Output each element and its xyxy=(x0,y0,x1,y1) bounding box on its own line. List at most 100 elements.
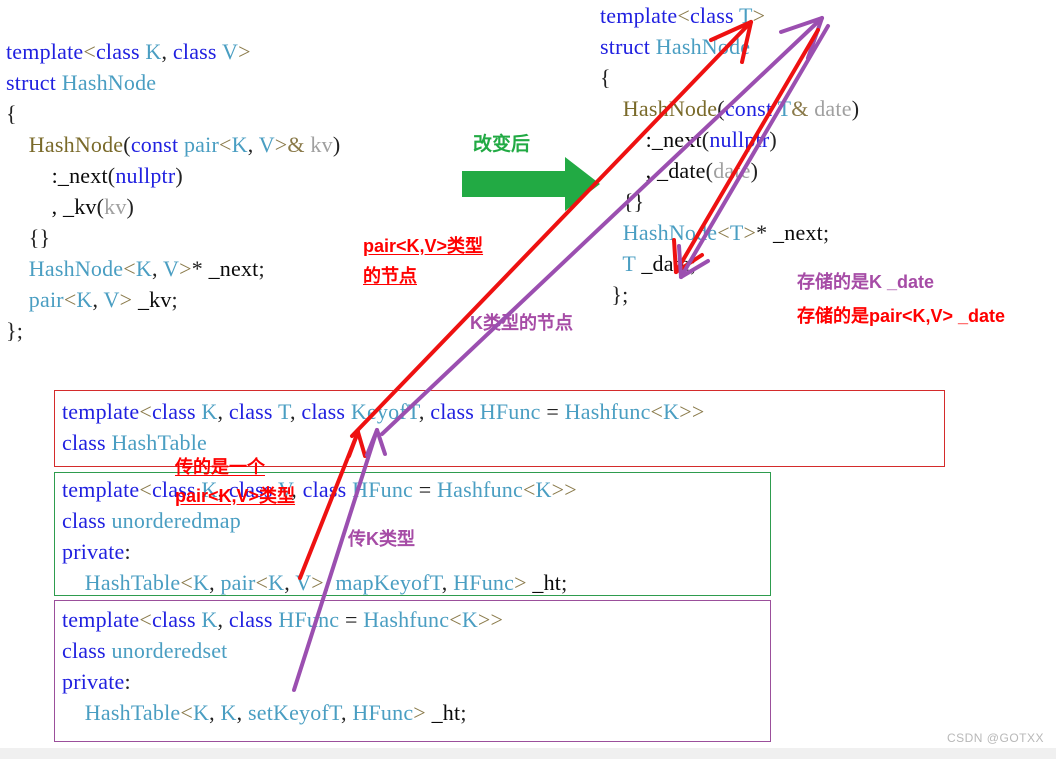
code-token: , xyxy=(217,399,229,424)
code-token: pair xyxy=(220,570,256,595)
code-line: private: xyxy=(62,536,577,567)
code-token: pair xyxy=(183,132,219,157)
code-line: }; xyxy=(6,315,340,346)
code-token: K xyxy=(195,607,218,632)
code-token: pair xyxy=(6,287,64,312)
code-token: K xyxy=(195,399,218,424)
code-line: class unorderedmap xyxy=(62,505,577,536)
code-token: < xyxy=(180,700,193,725)
code-token: T xyxy=(272,399,290,424)
code-token: class xyxy=(151,399,196,424)
code-token: : xyxy=(124,669,131,694)
unorderedmap-declaration: template<class K, class V, class HFunc =… xyxy=(62,474,577,598)
code-token: < xyxy=(677,3,690,28)
annotation-pass-one-line1: 传的是一个 xyxy=(175,457,265,477)
code-token: { xyxy=(600,65,611,90)
code-token: _ht xyxy=(532,570,562,595)
code-token: < xyxy=(63,287,77,312)
code-token: , xyxy=(441,570,454,595)
code-token: }; xyxy=(6,318,24,343)
code-token: HashTable xyxy=(62,570,181,595)
code-token: kv xyxy=(304,132,333,157)
code-token: >& xyxy=(274,132,305,157)
code-token: HashNode xyxy=(6,256,124,281)
code-line: class HashTable xyxy=(62,427,704,458)
code-token: , xyxy=(161,39,173,64)
code-token: ( xyxy=(717,96,725,121)
code-token: template xyxy=(62,607,140,632)
code-line: { xyxy=(600,62,859,93)
code-token: HFunc xyxy=(453,570,515,595)
code-token: class xyxy=(95,39,140,64)
code-token: HashTable xyxy=(62,700,181,725)
code-token: _date xyxy=(635,251,690,276)
code-token: K xyxy=(192,570,210,595)
code-token: ) xyxy=(769,127,777,152)
code-token: ; xyxy=(171,287,178,312)
code-token: K xyxy=(135,256,152,281)
annotation-pair-node-line2: 的节点 xyxy=(363,266,417,286)
code-token: private xyxy=(62,539,125,564)
code-line: , _date(date) xyxy=(600,155,859,186)
code-token: _next xyxy=(773,220,823,245)
code-token: K xyxy=(663,399,680,424)
code-token: ) xyxy=(750,158,759,183)
code-token: T xyxy=(733,3,753,28)
annotation-pass-one-line2: pair<K,V>类型 xyxy=(175,486,296,506)
code-token: :_next xyxy=(600,127,702,152)
annotation-after-change: 改变后 xyxy=(473,134,531,155)
code-token: class xyxy=(62,430,106,455)
code-token: date xyxy=(808,96,852,121)
code-line: template<class K, class V, class HFunc =… xyxy=(62,474,577,505)
code-token: , xyxy=(217,607,229,632)
code-token: , xyxy=(151,256,163,281)
annotation-pair-node-line1: pair<K,V>类型 xyxy=(363,236,484,256)
code-line: struct HashNode xyxy=(6,67,340,98)
code-token: >> xyxy=(679,399,705,424)
code-line: HashTable<K, K, setKeyofT, HFunc> _ht; xyxy=(62,697,503,728)
code-line: HashNode<K, V>* _next; xyxy=(6,253,340,284)
code-token: const xyxy=(724,96,773,121)
code-token: V xyxy=(103,287,120,312)
code-token: class xyxy=(62,638,106,663)
code-token: template xyxy=(62,477,140,502)
code-line: :_next(nullptr) xyxy=(6,160,340,191)
code-token: , xyxy=(290,399,302,424)
code-token: ) xyxy=(851,96,860,121)
code-token: < xyxy=(650,399,664,424)
code-token: :_next xyxy=(6,163,108,188)
code-token: < xyxy=(255,570,269,595)
code-line: {} xyxy=(6,222,340,253)
code-token: _ht xyxy=(431,700,461,725)
code-token: = xyxy=(540,399,565,424)
code-token: template xyxy=(6,39,84,64)
code-token: struct xyxy=(600,34,651,59)
code-token: V xyxy=(295,570,312,595)
code-token: kv xyxy=(104,194,127,219)
green-change-arrow xyxy=(462,157,600,211)
code-token: HashNode xyxy=(6,132,124,157)
code-token: HashTable xyxy=(105,430,208,455)
code-token: ; xyxy=(690,251,697,276)
code-token: { xyxy=(6,101,17,126)
code-token: K xyxy=(192,700,210,725)
code-token: , xyxy=(209,570,221,595)
code-token: K xyxy=(76,287,93,312)
code-token: class xyxy=(430,399,475,424)
code-line: HashTable<K, pair<K, V>, mapKeyofT, HFun… xyxy=(62,567,577,598)
code-token: unorderedmap xyxy=(105,508,241,533)
code-token: > xyxy=(179,256,192,281)
code-line: HashNode<T>* _next; xyxy=(600,217,859,248)
code-token: T xyxy=(777,96,792,121)
code-token: }; xyxy=(600,282,629,307)
code-token: T xyxy=(729,220,744,245)
code-token: HashNode xyxy=(600,220,718,245)
code-token: template xyxy=(600,3,678,28)
code-token: < xyxy=(218,132,232,157)
code-token: V xyxy=(258,132,275,157)
annotation-stores-pair: 存储的是pair<K,V> _date xyxy=(797,306,1006,326)
code-token: HFunc xyxy=(346,477,414,502)
code-line: template<class K, class V> xyxy=(6,36,340,67)
code-token: Hashfunc xyxy=(564,399,651,424)
code-token: nullptr xyxy=(115,163,176,188)
